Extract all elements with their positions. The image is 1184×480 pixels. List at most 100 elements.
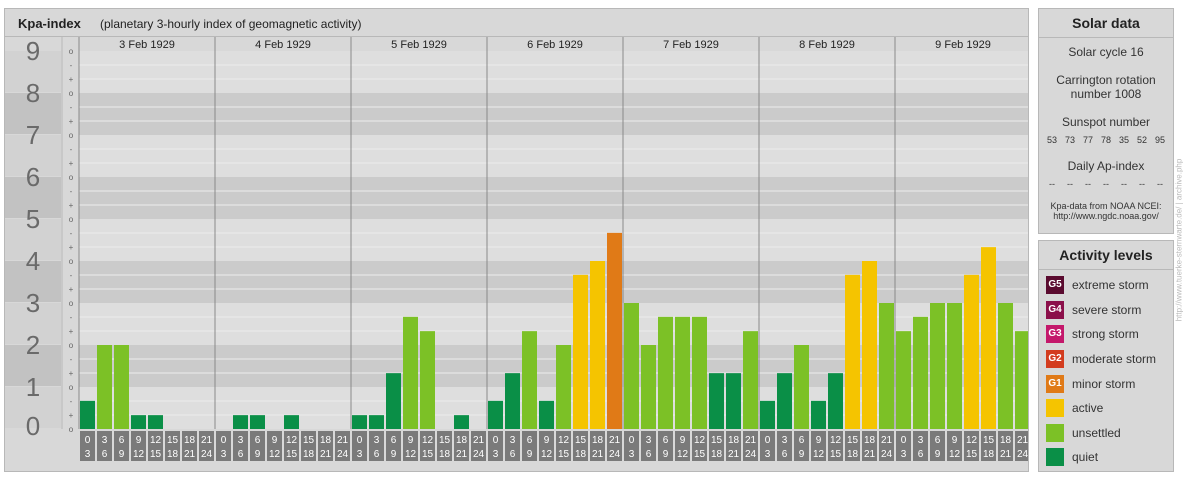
hour-end-label: 18 bbox=[303, 449, 315, 460]
hour-end-label: 24 bbox=[881, 449, 893, 460]
hour-start-label: 6 bbox=[255, 435, 261, 446]
ap-title: Daily Ap-index bbox=[1067, 159, 1145, 173]
activity-levels-title: Activity levels bbox=[1039, 241, 1173, 270]
hour-end-label: 21 bbox=[1000, 449, 1012, 460]
hour-start-label: 0 bbox=[357, 435, 363, 446]
hour-start-label: 9 bbox=[544, 435, 550, 446]
minor-tick-label: + bbox=[69, 369, 74, 378]
legend-swatch: G3 bbox=[1046, 325, 1064, 344]
y-tick-label: 7 bbox=[26, 120, 40, 150]
kp-bar bbox=[743, 331, 758, 429]
hour-start-label: 0 bbox=[765, 435, 771, 446]
y-tick-label: 9 bbox=[26, 36, 40, 66]
minor-tick-label: - bbox=[70, 145, 73, 154]
kp-bar bbox=[981, 247, 996, 429]
legend-item-g4: G4 severe storm bbox=[1039, 298, 1173, 323]
kp-bar bbox=[284, 415, 299, 429]
minor-tick-label: o bbox=[69, 47, 74, 56]
ap-value: -- bbox=[1085, 179, 1091, 189]
kp-bar bbox=[726, 373, 741, 429]
hour-start-label: 0 bbox=[629, 435, 635, 446]
hour-end-label: 24 bbox=[201, 449, 213, 460]
y-tick-label: 5 bbox=[26, 204, 40, 234]
hour-end-label: 6 bbox=[102, 449, 108, 460]
hour-start-label: 12 bbox=[694, 435, 706, 446]
band-level-5 bbox=[79, 177, 1028, 219]
hour-end-label: 21 bbox=[864, 449, 876, 460]
hour-start-label: 12 bbox=[966, 435, 978, 446]
hour-start-label: 15 bbox=[983, 435, 995, 446]
activity-levels-panel: Activity levels G5 extreme storm G4 seve… bbox=[1038, 240, 1174, 472]
hour-end-label: 21 bbox=[320, 449, 332, 460]
hour-start-label: 9 bbox=[136, 435, 142, 446]
minor-tick-label: - bbox=[70, 187, 73, 196]
kp-bar bbox=[760, 400, 775, 429]
kp-bar bbox=[607, 232, 622, 429]
hour-end-label: 24 bbox=[337, 449, 349, 460]
hour-end-label: 24 bbox=[1017, 449, 1028, 460]
hour-start-label: 18 bbox=[592, 435, 604, 446]
minor-tick-label: + bbox=[69, 411, 74, 420]
day-label: 8 Feb 1929 bbox=[799, 39, 855, 51]
hour-end-label: 9 bbox=[935, 449, 941, 460]
hour-start-label: 12 bbox=[150, 435, 162, 446]
kp-bar bbox=[794, 345, 809, 429]
kp-bar bbox=[1015, 331, 1028, 429]
hour-end-label: 21 bbox=[728, 449, 740, 460]
hour-end-label: 3 bbox=[629, 449, 635, 460]
hour-end-label: 9 bbox=[255, 449, 261, 460]
hour-end-label: 6 bbox=[510, 449, 516, 460]
hour-start-label: 15 bbox=[711, 435, 723, 446]
hour-end-label: 12 bbox=[813, 449, 825, 460]
y-tick-label: 3 bbox=[26, 288, 40, 318]
legend-swatch: G4 bbox=[1046, 300, 1064, 319]
minor-tick-label: - bbox=[70, 61, 73, 70]
hour-start-label: 18 bbox=[184, 435, 196, 446]
hour-end-label: 18 bbox=[439, 449, 451, 460]
sunspot-values: 53 73 77 78 35 52 95 bbox=[1039, 135, 1173, 145]
hour-start-label: 21 bbox=[881, 435, 893, 446]
band-level-4 bbox=[79, 219, 1028, 261]
minor-tick-label: + bbox=[69, 243, 74, 252]
legend-label: moderate storm bbox=[1072, 352, 1157, 367]
hour-start-label: 18 bbox=[1000, 435, 1012, 446]
band-level-3 bbox=[79, 261, 1028, 303]
kpa-bar-chart: 0123456789o+-o+-o+-o+-o+-o+-o+-o+-o+-o3 … bbox=[5, 36, 1028, 461]
kp-bar bbox=[709, 373, 724, 429]
kp-bar bbox=[80, 400, 95, 429]
y-tick-label: 8 bbox=[26, 78, 40, 108]
kp-bar bbox=[913, 316, 928, 429]
kp-bar bbox=[352, 415, 367, 429]
minor-tick-label: - bbox=[70, 103, 73, 112]
hour-start-label: 6 bbox=[663, 435, 669, 446]
hour-start-label: 21 bbox=[337, 435, 349, 446]
hour-start-label: 6 bbox=[799, 435, 805, 446]
hour-start-label: 12 bbox=[558, 435, 570, 446]
hour-end-label: 9 bbox=[527, 449, 533, 460]
hour-end-label: 9 bbox=[391, 449, 397, 460]
hour-end-label: 9 bbox=[119, 449, 125, 460]
hour-start-label: 0 bbox=[901, 435, 907, 446]
hour-start-label: 6 bbox=[935, 435, 941, 446]
minor-tick-label: o bbox=[69, 215, 74, 224]
legend-item-g3: G3 strong storm bbox=[1039, 322, 1173, 347]
kp-bar bbox=[250, 415, 265, 429]
legend-label: severe storm bbox=[1072, 302, 1142, 317]
hour-end-label: 24 bbox=[609, 449, 621, 460]
sunspot-value: 52 bbox=[1136, 135, 1147, 145]
hour-end-label: 15 bbox=[286, 449, 298, 460]
hour-start-label: 0 bbox=[493, 435, 499, 446]
kp-bar bbox=[828, 373, 843, 429]
legend-item-g1: G1 minor storm bbox=[1039, 371, 1173, 396]
legend-label: quiet bbox=[1072, 450, 1099, 465]
hour-end-label: 15 bbox=[558, 449, 570, 460]
kp-bar bbox=[998, 303, 1013, 429]
hour-end-label: 6 bbox=[374, 449, 380, 460]
ap-values: -- -- -- -- -- -- -- bbox=[1039, 179, 1173, 189]
kpa-chart-panel: Kpa-index (planetary 3-hourly index of g… bbox=[4, 8, 1029, 472]
minor-tick-label: o bbox=[69, 89, 74, 98]
carrington-line-1: Carrington rotation bbox=[1056, 73, 1156, 87]
hour-end-label: 6 bbox=[646, 449, 652, 460]
hour-start-label: 15 bbox=[847, 435, 859, 446]
band-level-7 bbox=[79, 93, 1028, 135]
